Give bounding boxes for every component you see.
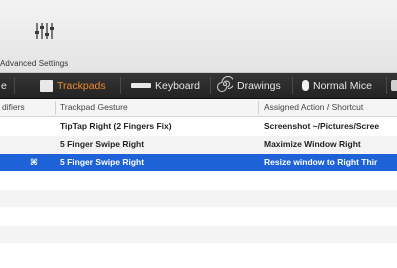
table-row-empty	[0, 190, 397, 207]
tab-label: Trackpads	[57, 79, 106, 92]
table-row[interactable]: 5 Finger Swipe Right Maximize Window Rig…	[0, 136, 397, 153]
tab-normal-mice[interactable]: Normal Mice	[302, 73, 372, 98]
drawing-spiral-icon	[217, 76, 235, 95]
tab-partial[interactable]: e	[1, 73, 7, 98]
category-tab-bar: e Trackpads Keyboard Drawings Normal Mic…	[0, 73, 397, 99]
row-gesture: 5 Finger Swipe Right	[60, 139, 145, 149]
column-header-action[interactable]: Assigned Action / Shortcut	[264, 102, 363, 112]
tab-label: Drawings	[237, 79, 281, 92]
tab-trackpads[interactable]: Trackpads	[40, 73, 106, 98]
row-action: Resize window to Right Thir	[264, 157, 378, 167]
tab-divider	[210, 77, 211, 94]
column-divider[interactable]	[258, 101, 259, 114]
tab-divider	[14, 77, 15, 94]
toolbar: Advanced Settings	[0, 0, 397, 73]
tab-label: e	[1, 79, 7, 92]
tab-keyboard[interactable]: Keyboard	[131, 73, 200, 98]
tab-label: Normal Mice	[313, 79, 372, 92]
tab-divider	[386, 77, 387, 94]
tab-drawings[interactable]: Drawings	[217, 73, 281, 98]
column-header-gesture[interactable]: Trackpad Gesture	[60, 102, 128, 112]
trackpad-icon	[40, 79, 53, 92]
row-action: Screenshot ~/Pictures/Scree	[264, 121, 380, 131]
sliders-icon[interactable]	[34, 22, 54, 45]
table-row[interactable]: TipTap Right (2 Fingers Fix) Screenshot …	[0, 118, 397, 135]
tab-divider	[292, 77, 293, 94]
row-modifier: ⌘	[30, 157, 38, 167]
mouse-icon	[302, 80, 309, 91]
tab-divider	[120, 77, 121, 94]
column-divider[interactable]	[55, 101, 56, 114]
table-row-selected[interactable]: ⌘ 5 Finger Swipe Right Resize window to …	[0, 154, 397, 171]
keyboard-icon	[131, 83, 151, 88]
advanced-settings-label[interactable]: Advanced Settings	[0, 59, 68, 68]
tab-label: Keyboard	[155, 79, 200, 92]
column-header-modifiers[interactable]: difiers	[2, 102, 25, 112]
table-row-empty	[0, 226, 397, 243]
next-tab-icon[interactable]	[391, 80, 397, 91]
row-action: Maximize Window Right	[264, 139, 361, 149]
row-gesture: 5 Finger Swipe Right	[60, 157, 145, 167]
row-gesture: TipTap Right (2 Fingers Fix)	[60, 121, 172, 131]
table-header: difiers Trackpad Gesture Assigned Action…	[0, 99, 397, 117]
